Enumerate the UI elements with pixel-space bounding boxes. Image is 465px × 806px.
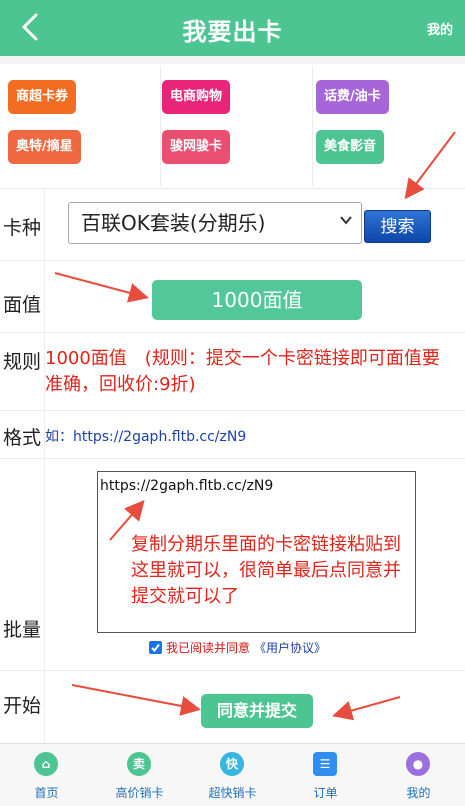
batch-input-value: https://2gaph.fltb.cc/zN9	[100, 478, 274, 494]
tab-high-price-sell-label: 高价销卡	[115, 786, 164, 800]
tab-mine[interactable]: ● 我的	[372, 744, 465, 806]
format-example: 如：https://2gaph.fltb.cc/zN9	[45, 429, 247, 445]
category-ecommerce[interactable]: 电商购物	[162, 80, 231, 114]
user-agreement-link[interactable]: 《用户协议》	[254, 639, 326, 656]
agree-text: 我已阅读并同意	[166, 641, 251, 655]
tab-fast-sell-label: 超快销卡	[208, 786, 257, 800]
agree-checkbox[interactable]	[149, 641, 162, 654]
tab-home-label: 首页	[34, 786, 59, 800]
rule-label: 规则	[3, 351, 42, 373]
face-value-label: 面值	[3, 294, 42, 316]
batch-label: 批量	[3, 619, 42, 641]
card-type-label: 卡种	[3, 217, 42, 239]
order-icon: ☰	[313, 752, 337, 776]
sell-icon: 卖	[127, 752, 151, 776]
bottom-tab-bar: ⌂ 首页 卖 高价销卡 快 超快销卡 ☰ 订单 ● 我的	[0, 743, 465, 806]
rule-text: 1000面值 (规则：提交一个卡密链接即可面值要准确，回收价:9折)	[45, 348, 440, 395]
top-header: 我要出卡 我的	[0, 0, 465, 56]
category-panel	[0, 56, 465, 188]
user-icon: ●	[406, 752, 430, 776]
agree-submit-button[interactable]: 同意并提交	[201, 694, 313, 728]
tab-high-price-sell[interactable]: 卖 高价销卡	[93, 744, 186, 806]
home-icon: ⌂	[34, 752, 58, 776]
my-account-link[interactable]: 我的	[427, 19, 453, 38]
tab-fast-sell[interactable]: 快 超快销卡	[186, 744, 279, 806]
agreement-line: 我已阅读并同意 《用户协议》	[149, 639, 326, 656]
category-junnet[interactable]: 骏网骏卡	[162, 130, 231, 164]
card-type-value: 百联OK套装(分期乐)	[81, 211, 266, 235]
category-phone-fuel[interactable]: 话费/油卡	[316, 80, 389, 114]
check-icon	[151, 643, 160, 653]
format-label: 格式	[3, 427, 42, 449]
category-ultraman[interactable]: 奥特/摘星	[8, 130, 81, 164]
tab-mine-label: 我的	[406, 786, 431, 800]
tab-orders[interactable]: ☰ 订单	[279, 744, 372, 806]
card-type-select[interactable]: 百联OK套装(分期乐)	[68, 202, 362, 244]
tab-orders-label: 订单	[313, 786, 338, 800]
category-supermarket[interactable]: 商超卡券	[8, 80, 77, 114]
start-label: 开始	[3, 695, 42, 717]
face-value-button[interactable]: 1000面值	[152, 280, 362, 320]
fast-icon: 快	[220, 752, 244, 776]
category-food-media[interactable]: 美食影音	[316, 130, 385, 164]
instruction-note: 复制分期乐里面的卡密链接粘贴到这里就可以，很简单最后点同意并提交就可以了	[131, 534, 401, 607]
search-button[interactable]: 搜索	[364, 210, 431, 243]
page-title: 我要出卡	[182, 18, 283, 46]
chevron-down-icon	[340, 216, 352, 225]
tab-home[interactable]: ⌂ 首页	[0, 744, 93, 806]
